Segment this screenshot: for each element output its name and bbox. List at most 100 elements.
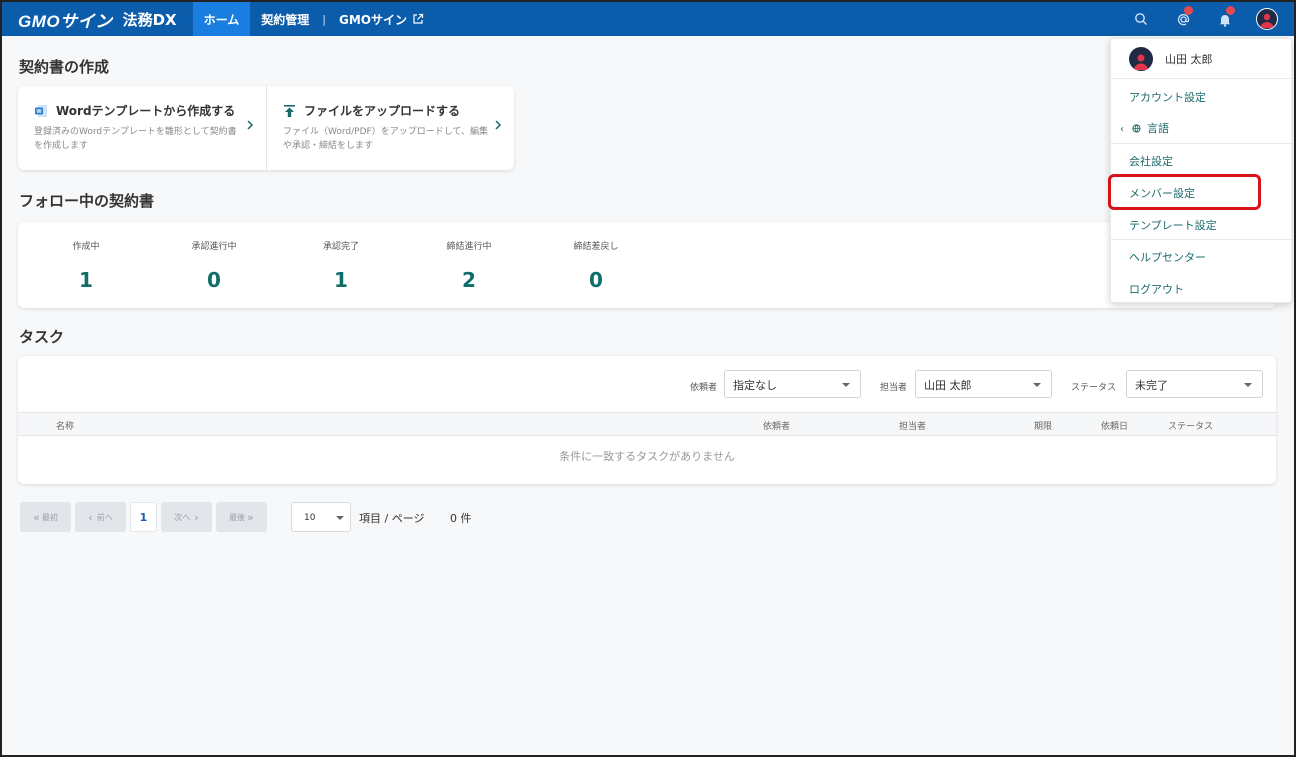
member-settings-highlight: [1108, 174, 1261, 210]
external-link-icon: [413, 13, 424, 24]
requester-filter-value: 指定なし: [733, 379, 777, 392]
stat-approved[interactable]: 承認完了 1: [281, 239, 401, 292]
caret-down-icon: [336, 516, 344, 520]
stat-label: 承認進行中: [191, 242, 237, 252]
status-filter-value: 未完了: [1135, 379, 1168, 392]
pagination-first-label: 最初: [41, 512, 58, 522]
upload-file-desc: ファイル（Word/PDF）をアップロードして、編集や承認・締結をします: [283, 127, 488, 151]
column-name[interactable]: 名称: [56, 419, 74, 432]
menu-template-settings[interactable]: テンプレート設定: [1129, 217, 1217, 233]
stat-signing-returned[interactable]: 締結差戻し 0: [536, 239, 656, 292]
upload-file-title: ファイルをアップロードする: [304, 104, 461, 118]
follow-section-title: フォロー中の契約書: [19, 192, 155, 210]
empty-task-message: 条件に一致するタスクがありません: [559, 450, 735, 463]
column-status[interactable]: ステータス: [1168, 419, 1213, 432]
main-nav: ホーム 契約管理 | GMOサイン: [192, 2, 435, 36]
pagination-last-button[interactable]: 最後 »: [216, 502, 267, 532]
upload-file[interactable]: ファイルをアップロードする ファイル（Word/PDF）をアップロードして、編集…: [266, 86, 514, 170]
column-requester[interactable]: 依頼者: [763, 419, 790, 432]
pagination-next-button[interactable]: 次へ ›: [161, 502, 212, 532]
word-template-desc: 登録済みのWordテンプレートを雛形として契約書を作成します: [34, 127, 237, 151]
chevron-left-icon: ‹: [88, 510, 93, 524]
double-chevron-left-icon: «: [33, 510, 40, 524]
assignee-filter-label: 担当者: [880, 383, 908, 393]
task-section-title: タスク: [19, 328, 65, 346]
notification-button[interactable]: [1204, 2, 1246, 36]
nav-separator: |: [322, 12, 327, 26]
app-logo[interactable]: GMOサイン 法務DX: [2, 2, 177, 36]
menu-company-settings[interactable]: 会社設定: [1129, 153, 1173, 169]
upload-icon: [283, 104, 296, 118]
chevron-right-icon: ›: [194, 510, 199, 524]
stat-label: 締結差戻し: [573, 242, 619, 252]
per-page-suffix: 項目 / ページ: [359, 512, 425, 525]
stat-value: 0: [207, 268, 221, 292]
caret-down-icon: [1244, 383, 1252, 387]
svg-text:W: W: [36, 109, 42, 115]
user-dropdown-menu: 山田 太郎 アカウント設定 ‹ 言語 会社設定 メンバー設定 テンプレート設定 …: [1110, 38, 1292, 303]
column-assignee[interactable]: 担当者: [899, 419, 926, 432]
search-icon: [1135, 13, 1147, 25]
pagination-first-button[interactable]: « 最初: [20, 502, 71, 532]
caret-down-icon: [842, 383, 850, 387]
search-button[interactable]: [1120, 2, 1162, 36]
pagination-prev-label: 前へ: [96, 512, 113, 522]
nav-gmo-sign-label: GMOサイン: [339, 12, 408, 27]
requester-filter-label: 依頼者: [690, 383, 718, 393]
menu-divider: [1111, 143, 1291, 144]
menu-help-center[interactable]: ヘルプセンター: [1129, 249, 1206, 265]
pagination-next-label: 次へ: [174, 512, 191, 522]
user-menu-button[interactable]: [1246, 2, 1288, 36]
pagination-page-1[interactable]: 1: [130, 502, 157, 532]
menu-language-label: 言語: [1147, 122, 1169, 135]
nav-gmo-sign-external[interactable]: GMOサイン: [328, 2, 435, 36]
assignee-filter-value: 山田 太郎: [924, 379, 972, 392]
menu-language[interactable]: ‹ 言語: [1120, 120, 1169, 136]
column-due-date[interactable]: 期限: [1034, 419, 1052, 432]
requester-filter-select[interactable]: 指定なし: [724, 370, 861, 398]
dropdown-user-header: 山田 太郎: [1111, 39, 1291, 79]
status-filter-select[interactable]: 未完了: [1126, 370, 1263, 398]
assignee-filter-select[interactable]: 山田 太郎: [915, 370, 1052, 398]
stat-label: 承認完了: [322, 242, 359, 252]
chevron-right-icon: [247, 120, 254, 130]
task-card: 依頼者 指定なし 担当者 山田 太郎 ステータス 未完了 名称 依頼者 担当者 …: [18, 356, 1276, 484]
stat-value: 1: [79, 268, 93, 292]
notification-dot: [1226, 6, 1235, 15]
stat-value: 2: [462, 268, 476, 292]
nav-contract-management-label: 契約管理: [261, 12, 310, 27]
mention-notification-dot: [1184, 6, 1193, 15]
word-icon: W: [34, 104, 48, 118]
create-contract-card: W Wordテンプレートから作成する 登録済みのWordテンプレートを雛形として…: [18, 86, 514, 170]
mention-button[interactable]: [1162, 2, 1204, 36]
dropdown-username: 山田 太郎: [1165, 52, 1213, 66]
create-from-word-template[interactable]: W Wordテンプレートから作成する 登録済みのWordテンプレートを雛形として…: [18, 86, 266, 170]
stat-label: 締結進行中: [446, 242, 492, 252]
logo-brand: GMOサイン: [18, 11, 113, 31]
top-navigation-bar: GMOサイン 法務DX ホーム 契約管理 | GMOサイン: [2, 2, 1294, 36]
word-template-title: Wordテンプレートから作成する: [56, 104, 236, 118]
pagination-current-page: 1: [139, 510, 148, 524]
task-table-header: 名称 依頼者 担当者 期限 依頼日 ステータス: [18, 412, 1276, 436]
per-page-select[interactable]: 10: [291, 502, 351, 532]
logo-product: 法務DX: [122, 10, 177, 29]
stat-drafting[interactable]: 作成中 1: [26, 239, 146, 292]
nav-home[interactable]: ホーム: [192, 2, 251, 36]
stat-label: 作成中: [72, 242, 100, 252]
result-count: 0 件: [450, 512, 472, 525]
menu-logout[interactable]: ログアウト: [1129, 281, 1184, 297]
per-page-value: 10: [304, 513, 316, 523]
chevron-right-icon: [495, 120, 502, 130]
user-avatar-icon: [1256, 8, 1278, 30]
caret-down-icon: [1033, 383, 1041, 387]
stat-signing-in-progress[interactable]: 締結進行中 2: [409, 239, 529, 292]
pagination-last-label: 最後: [229, 512, 246, 522]
column-request-date[interactable]: 依頼日: [1101, 419, 1128, 432]
nav-contract-management[interactable]: 契約管理: [250, 2, 320, 36]
stat-approval-in-progress[interactable]: 承認進行中 0: [154, 239, 274, 292]
pagination-prev-button[interactable]: ‹ 前へ: [75, 502, 126, 532]
status-filter-label: ステータス: [1071, 383, 1117, 393]
menu-divider: [1111, 239, 1291, 240]
menu-account-settings[interactable]: アカウント設定: [1129, 89, 1206, 105]
avatar: [1129, 46, 1153, 71]
